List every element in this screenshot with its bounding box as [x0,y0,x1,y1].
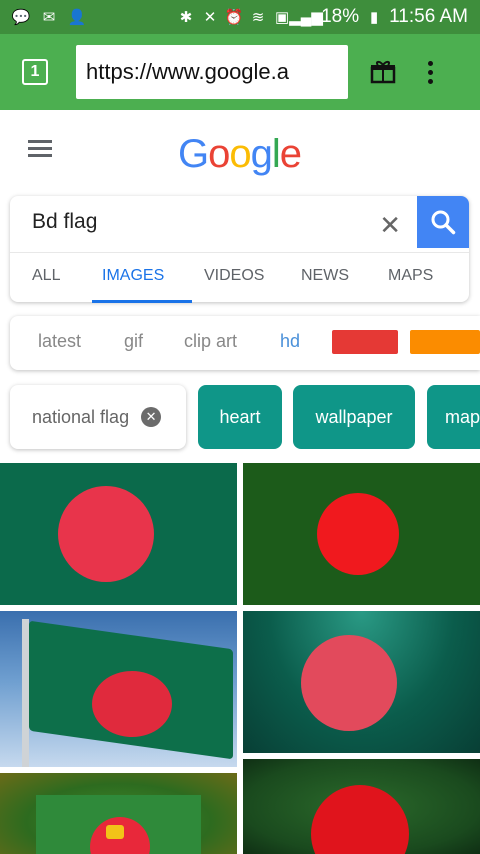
overflow-menu-icon[interactable] [428,60,433,84]
logo-letter: G [178,132,209,176]
image-result[interactable] [0,611,237,767]
tab-videos[interactable]: VIDEOS [204,267,264,285]
active-tab-indicator [92,300,192,303]
filter-hd[interactable]: hd [280,331,300,352]
image-result[interactable] [0,773,237,854]
tab-news[interactable]: NEWS [301,267,349,285]
battery-icon: ▮ [369,8,379,26]
clear-search-icon[interactable]: ✕ [379,210,401,241]
tab-maps[interactable]: MAPS [388,267,433,285]
logo-letter: o [208,132,230,176]
image-result[interactable] [243,611,480,753]
filter-gif[interactable]: gif [124,331,143,352]
image-result[interactable] [243,463,480,605]
logo-letter: e [279,132,302,176]
search-input[interactable]: Bd flag [32,210,97,234]
image-result[interactable] [243,759,480,854]
tab-switcher-button[interactable]: 1 [22,59,48,85]
chip-map[interactable]: map [427,385,480,449]
chip-national-flag[interactable]: national flag ✕ [10,385,186,449]
flag-disc [301,635,397,731]
url-bar[interactable]: https://www.google.a [76,45,348,99]
browser-toolbar: 1 https://www.google.a [0,34,480,110]
search-icon [431,210,456,235]
chip-heart[interactable]: heart [198,385,282,449]
tab-all[interactable]: ALL [32,267,60,285]
messages-icon: 💬 [11,8,31,26]
flag-disc [92,671,172,737]
wifi-icon: ≋ [251,8,265,26]
flagpole [22,619,29,767]
chip-label: national flag [32,406,130,427]
google-logo[interactable]: Google [178,132,302,177]
filter-bar: latest gif clip art hd [10,316,480,370]
mute-icon: ✕ [203,8,217,26]
hamburger-menu-icon[interactable] [28,140,52,161]
color-swatch-orange[interactable] [410,330,480,354]
gift-icon[interactable] [368,57,398,87]
signal-icon: ▂▄▆ [289,8,323,26]
logo-letter: l [271,132,281,176]
messenger-icon: ✉ [42,8,56,26]
tab-images[interactable]: IMAGES [102,267,164,285]
filter-clip-art[interactable]: clip art [184,331,237,352]
search-button[interactable] [417,196,469,248]
flag-disc [311,785,409,854]
map-emblem [106,825,124,839]
image-result[interactable] [0,463,237,605]
remove-chip-icon[interactable]: ✕ [141,407,162,427]
search-card: Bd flag ✕ ALL IMAGES VIDEOS NEWS MAPS [10,196,469,303]
flag-disc [58,486,154,582]
bluetooth-icon: ✱ [179,8,193,26]
chip-wallpaper[interactable]: wallpaper [293,385,415,449]
logo-letter: o [229,132,251,176]
google-header: Google [0,110,480,196]
filter-latest[interactable]: latest [38,331,81,352]
search-tabs: ALL IMAGES VIDEOS NEWS MAPS [10,252,469,303]
status-bar: 💬 ✉ 👤 ✱ ✕ ⏰ ≋ ▣ ▂▄▆ 18% ▮ 11:56 AM [0,0,480,34]
flag-disc [317,493,399,575]
logo-letter: g [250,132,273,176]
clock: 11:56 AM [389,6,468,27]
color-swatch-red[interactable] [332,330,398,354]
alarm-icon: ⏰ [224,8,244,26]
add-contact-icon: 👤 [67,8,87,26]
battery-percent: 18% [321,6,360,27]
